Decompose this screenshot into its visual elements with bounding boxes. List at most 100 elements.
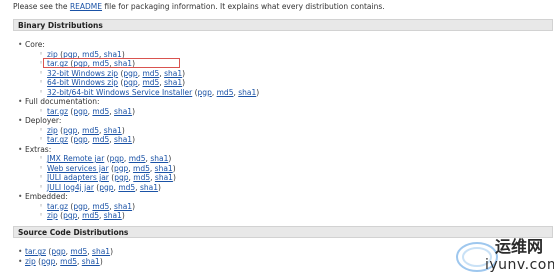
paren-close: ) (121, 211, 125, 220)
list-item: tar.gz (pgp, md5, sha1) (39, 202, 553, 212)
signature-link[interactable]: sha1 (92, 247, 110, 256)
signature-link[interactable]: sha1 (104, 211, 122, 220)
binary-groups: Core: zip (pgp, md5, sha1) tar.gz (pgp, … (13, 40, 553, 221)
download-link[interactable]: JULI adapters jar (47, 173, 109, 182)
signature-link[interactable]: sha1 (104, 50, 122, 59)
readme-link[interactable]: README (70, 2, 102, 11)
signature-link[interactable]: pgp (123, 69, 137, 78)
signature-link[interactable]: pgp (63, 50, 77, 59)
list-item: 32-bit Windows zip (pgp, md5, sha1) (39, 68, 553, 79)
paren-close: ) (172, 163, 176, 173)
signature-link[interactable]: pgp (73, 107, 87, 116)
fulldoc-list: tar.gz (pgp, md5, sha1) (25, 107, 553, 117)
signature-link[interactable]: pgp (198, 88, 212, 97)
list-item: JMX Remote jar (pgp, md5, sha1) (39, 154, 553, 164)
signature-link[interactable]: sha1 (140, 183, 158, 192)
group-full-documentation: Full documentation: tar.gz (pgp, md5, sh… (18, 97, 553, 117)
signature-link[interactable]: md5 (82, 126, 99, 135)
signature-link[interactable]: md5 (142, 78, 159, 87)
paren-close: ) (121, 125, 125, 135)
embedded-list: tar.gz (pgp, md5, sha1) zip (pgp, md5, s… (25, 202, 553, 221)
signature-link[interactable]: sha1 (114, 135, 132, 144)
download-link[interactable]: tar.gz (47, 135, 68, 144)
signature-link[interactable]: sha1 (114, 202, 132, 211)
signature-link[interactable]: sha1 (114, 107, 132, 116)
paren-close: ) (132, 135, 135, 144)
download-link[interactable]: tar.gz (47, 202, 68, 211)
signature-link[interactable]: md5 (217, 88, 234, 97)
group-embedded: Embedded: tar.gz (pgp, md5, sha1) zip (p… (18, 192, 553, 221)
signature-link[interactable]: md5 (60, 257, 77, 266)
list-item: zip (pgp, md5, sha1) (39, 211, 553, 221)
signature-link[interactable]: pgp (114, 164, 128, 173)
signature-link[interactable]: md5 (118, 183, 135, 192)
download-link[interactable]: JMX Remote jar (47, 154, 104, 163)
signature-link[interactable]: sha1 (155, 173, 173, 182)
download-link[interactable]: zip (25, 257, 36, 266)
signature-link[interactable]: pgp (63, 126, 77, 135)
signature-link[interactable]: md5 (142, 69, 159, 78)
signature-link[interactable]: pgp (99, 183, 113, 192)
download-link[interactable]: zip (47, 211, 58, 220)
signature-link[interactable]: sha1 (238, 88, 256, 97)
paren-close: ) (172, 173, 176, 182)
list-item: tar.gz (pgp, md5, sha1) (39, 107, 553, 117)
group-core: Core: zip (pgp, md5, sha1) tar.gz (pgp, … (18, 40, 553, 97)
intro-text-before: Please see the (13, 2, 70, 11)
signature-link[interactable]: md5 (129, 154, 146, 163)
download-link[interactable]: zip (47, 126, 58, 135)
group-deployer: Deployer: zip (pgp, md5, sha1) tar.gz (p… (18, 116, 553, 145)
signature-link[interactable]: pgp (123, 78, 137, 87)
download-link[interactable]: Web services jar (47, 164, 109, 173)
list-item: tar.gz (pgp, md5, sha1) (39, 58, 553, 69)
signature-link[interactable]: md5 (92, 59, 109, 68)
paren-close: ) (256, 87, 260, 97)
download-link[interactable]: zip (47, 50, 58, 59)
download-link[interactable]: 64-bit Windows zip (47, 78, 118, 87)
intro-text-after: file for packaging information. It expla… (102, 2, 385, 11)
signature-link[interactable]: sha1 (114, 59, 132, 68)
download-link[interactable]: 32-bit/64-bit Windows Service Installer (47, 88, 192, 97)
paren-close: ) (182, 68, 186, 78)
download-link[interactable]: tar.gz (25, 247, 46, 256)
signature-link[interactable]: md5 (82, 50, 99, 59)
signature-link[interactable]: sha1 (164, 69, 182, 78)
signature-link[interactable]: sha1 (164, 78, 182, 87)
signature-link[interactable]: pgp (73, 59, 87, 68)
list-item: zip (pgp, md5, sha1) (39, 125, 553, 136)
signature-link[interactable]: md5 (92, 107, 109, 116)
signature-link[interactable]: md5 (133, 164, 150, 173)
signature-link[interactable]: md5 (70, 247, 87, 256)
watermark-cn-text: 运维网 (495, 237, 544, 256)
signature-link[interactable]: md5 (92, 135, 109, 144)
list-item: 64-bit Windows zip (pgp, md5, sha1) (39, 78, 553, 88)
paren-close: ) (121, 49, 125, 59)
signature-link[interactable]: pgp (114, 173, 128, 182)
signature-link[interactable]: md5 (133, 173, 150, 182)
signature-link[interactable]: md5 (92, 202, 109, 211)
signature-link[interactable]: pgp (51, 247, 65, 256)
paren-close: ) (157, 182, 161, 192)
signature-link[interactable]: md5 (82, 211, 99, 220)
signature-link[interactable]: sha1 (104, 126, 122, 135)
deployer-list: zip (pgp, md5, sha1) tar.gz (pgp, md5, s… (25, 126, 553, 145)
signature-link[interactable]: pgp (110, 154, 124, 163)
paren-close: ) (110, 247, 113, 256)
signature-link[interactable]: sha1 (150, 154, 168, 163)
group-label-full-documentation: Full documentation: (25, 97, 100, 106)
paren-close: ) (132, 59, 135, 68)
group-label-deployer: Deployer: (25, 116, 62, 125)
download-link[interactable]: tar.gz (47, 59, 68, 68)
download-link[interactable]: JULI log4j jar (47, 183, 94, 192)
paren-close: ) (99, 256, 103, 266)
signature-link[interactable]: pgp (63, 211, 77, 220)
signature-link[interactable]: pgp (73, 202, 87, 211)
list-item: Web services jar (pgp, md5, sha1) (39, 163, 553, 174)
signature-link[interactable]: pgp (73, 135, 87, 144)
signature-link[interactable]: sha1 (155, 164, 173, 173)
list-item: tar.gz (pgp, md5, sha1) (39, 135, 553, 145)
download-link[interactable]: tar.gz (47, 107, 68, 116)
signature-link[interactable]: sha1 (82, 257, 100, 266)
download-link[interactable]: 32-bit Windows zip (47, 69, 118, 78)
signature-link[interactable]: pgp (41, 257, 55, 266)
